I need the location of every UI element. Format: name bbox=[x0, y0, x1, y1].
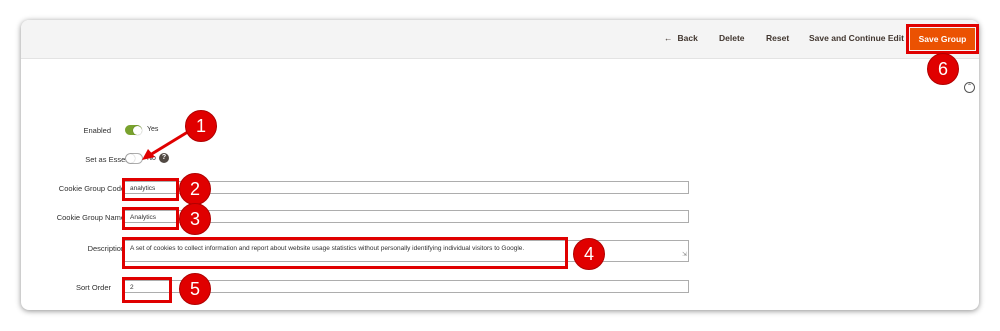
annotation-badge-2: 2 bbox=[179, 173, 211, 205]
annotation-arrow bbox=[142, 128, 192, 160]
annotation-badge-3: 3 bbox=[179, 203, 211, 235]
annotation-badge-6: 6 bbox=[927, 53, 959, 85]
annotation-badge-1: 1 bbox=[185, 110, 217, 142]
annotation-badge-4: 4 bbox=[573, 238, 605, 270]
arrow-shaft bbox=[149, 128, 192, 157]
annotation-badge-5: 5 bbox=[179, 273, 211, 305]
